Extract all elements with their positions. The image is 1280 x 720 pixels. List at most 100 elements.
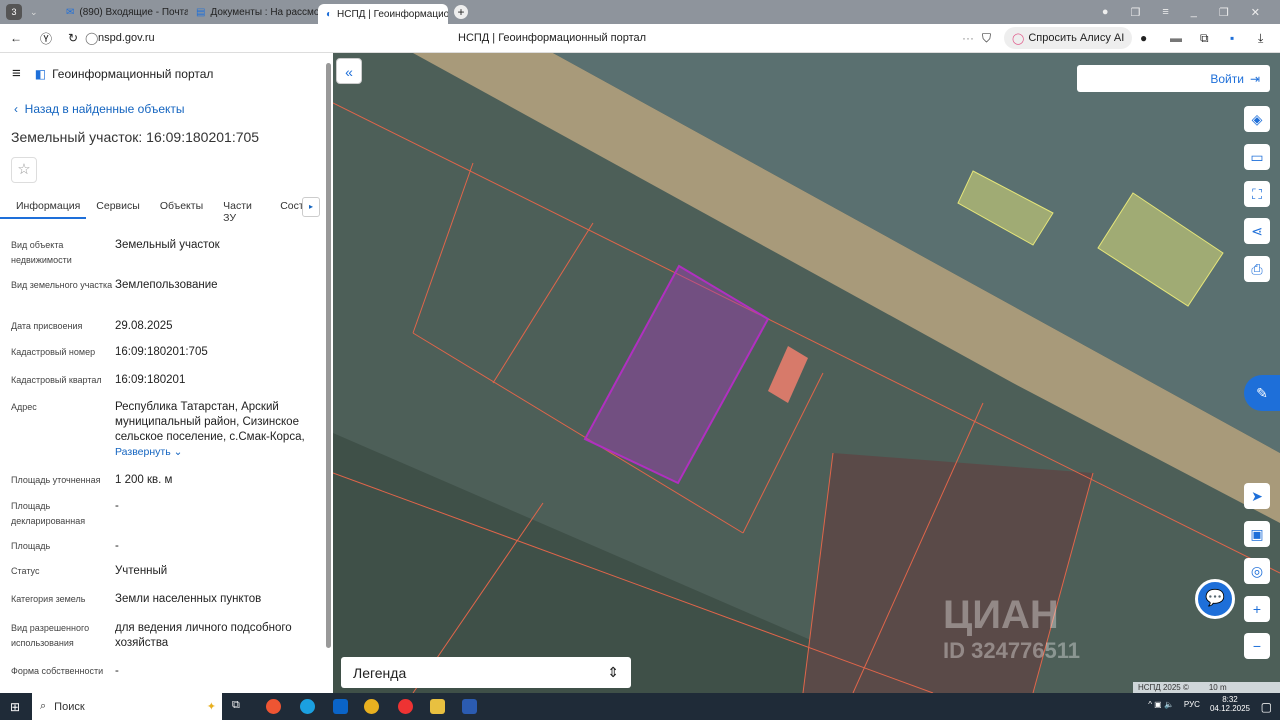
tab-parts[interactable]: Части ЗУ (213, 193, 270, 224)
bookmark-icon[interactable]: ⛉ (982, 31, 991, 46)
favorite-star-icon[interactable]: ☆ (11, 157, 37, 183)
location-search-icon[interactable]: ◎ (1244, 558, 1270, 584)
panel-scrollbar[interactable] (326, 63, 331, 648)
legend-dropdown[interactable]: Легенда ⇕ (341, 657, 631, 688)
extension-icon[interactable]: ● (1140, 31, 1147, 45)
ruler-icon[interactable]: ▭ (1244, 144, 1270, 170)
tab-objects[interactable]: Объекты (150, 193, 213, 219)
alisa-button[interactable]: ◯ Спросить Алису AI (1004, 27, 1133, 49)
tab-mail[interactable]: ✉(890) Входящие - Почта Mail (58, 2, 188, 22)
windows-start-icon[interactable]: ⊞ (10, 700, 20, 714)
yandex-icon[interactable]: Ⓨ (40, 30, 52, 47)
field-value: - (115, 500, 119, 512)
copilot-icon: ✦ (206, 701, 216, 713)
search-icon: ⌕ (40, 700, 47, 712)
new-tab-button[interactable]: + (454, 5, 468, 19)
language-indicator[interactable]: РУС (1184, 700, 1200, 709)
tabs-scroll-right-icon[interactable]: ▸ (302, 197, 320, 217)
layers-icon[interactable]: ◈ (1244, 106, 1270, 132)
field-value: Земли населенных пунктов (115, 593, 262, 605)
tab-info[interactable]: Информация (0, 193, 87, 219)
field-label: Форма собственности (11, 666, 104, 676)
expand-link[interactable]: Развернуть ⌄ (115, 445, 315, 460)
task-view-icon[interactable]: ⧉ (232, 699, 247, 714)
more-icon[interactable]: ··· (962, 31, 974, 45)
sidebar-icon[interactable]: ⧉ (1200, 31, 1209, 46)
field-label: Площадь (11, 541, 51, 551)
menu-icon[interactable]: ≡ (1162, 6, 1168, 19)
word-icon[interactable] (462, 699, 477, 714)
menu-icon[interactable]: ≡ (12, 65, 21, 82)
login-button[interactable]: Войти ⇥ (1077, 65, 1270, 92)
extension-icon[interactable]: ▬ (1170, 31, 1182, 45)
back-icon[interactable]: ← (10, 31, 22, 45)
chevron-down-icon[interactable]: ⌄ (30, 7, 46, 18)
chrome-icon[interactable] (364, 699, 379, 714)
field-label: Кадастровый номер (11, 347, 96, 357)
system-tray: ^ ▣ 🔈 РУС 8:32 04.12.2025 (1148, 695, 1250, 713)
yandex-app-icon[interactable] (266, 699, 281, 714)
profile-icon[interactable]: ● (1102, 6, 1109, 19)
minimize-icon[interactable]: _ (1191, 6, 1197, 19)
chat-button[interactable]: 💬 (1195, 579, 1235, 619)
download-icon[interactable]: ⤓ (1258, 31, 1263, 46)
tab-nspd[interactable]: ◐НСПД | Геоинформационный портал× (318, 4, 448, 24)
page-title: НСПД | Геоинформационный портал (458, 32, 647, 44)
field-label: Вид земельного участка (11, 280, 113, 290)
tab-documents[interactable]: ▤Документы : На рассмотрении (188, 2, 318, 22)
collapse-panel-button[interactable]: « (336, 58, 362, 84)
field-label: Адрес (11, 402, 37, 412)
extension-icon[interactable]: ▪ (1230, 31, 1234, 45)
clock-date[interactable]: 04.12.2025 (1210, 704, 1250, 713)
print-icon[interactable]: ⎙ (1244, 256, 1270, 282)
reload-icon[interactable]: ↻ (68, 31, 78, 45)
restore-icon[interactable]: ❐ (1219, 6, 1229, 19)
field-value: 29.08.2025 (115, 320, 173, 332)
field-value: для ведения личного подсобного хозяйства (115, 622, 292, 649)
field-label: Площадь уточненная (11, 475, 101, 485)
zoom-out-button[interactable]: − (1244, 633, 1270, 659)
share-icon[interactable]: ⋖ (1244, 218, 1270, 244)
field-label: Категория земель (11, 594, 86, 604)
field-label: Статус (11, 566, 40, 576)
outlook-icon[interactable] (333, 699, 348, 714)
zoom-in-button[interactable]: + (1244, 596, 1270, 622)
browser-tabbar: 3 ⌄ ✉(890) Входящие - Почта Mail ▤Докуме… (0, 0, 1280, 24)
file-explorer-icon[interactable] (430, 699, 445, 714)
field-value: 16:09:180201 (115, 374, 186, 386)
back-link[interactable]: ‹ Назад в найденные объекты (14, 102, 185, 116)
expand-icon: ⇕ (607, 664, 619, 680)
edge-icon[interactable] (300, 699, 315, 714)
feedback-icon[interactable]: ✎ (1244, 375, 1280, 411)
geolocation-icon[interactable]: ➤ (1244, 483, 1270, 509)
tab-counter[interactable]: 3 (6, 4, 22, 20)
info-tabs: Информация Сервисы Объекты Части ЗУ Сост… (0, 193, 325, 224)
tray-icons[interactable]: ^ ▣ 🔈 (1148, 700, 1174, 709)
mail-icon: ✉ (66, 6, 75, 18)
url-input[interactable]: nspd.gov.ru (98, 32, 155, 44)
field-label: Площадь декларированная (11, 501, 86, 526)
field-value: - (115, 540, 119, 552)
map-scale: НСПД 2025 © 10 m (1133, 682, 1280, 693)
field-value: Землепользование (115, 279, 218, 291)
map-view[interactable]: « Войти ⇥ ◈ ▭ ⛶ ⋖ ⎙ ✎ ➤ ▣ ◎ + − 💬 ЦИАН ID … (333, 53, 1280, 693)
field-value: Земельный участок (115, 239, 220, 251)
alisa-icon: ◯ (1012, 32, 1025, 45)
select-area-icon[interactable]: ⛶ (1244, 181, 1270, 207)
address-bar: ← Ⓨ ↻ ◯ nspd.gov.ru НСПД | Геоинформацио… (0, 24, 1280, 53)
close-window-icon[interactable]: ✕ (1251, 6, 1260, 19)
tab-services[interactable]: Сервисы (86, 193, 150, 219)
clock-time[interactable]: 8:32 (1210, 695, 1250, 704)
collections-icon[interactable]: ❐ (1130, 6, 1140, 19)
yandex-browser-icon[interactable] (398, 699, 413, 714)
field-value: 16:09:180201:705 (115, 346, 208, 358)
object-panel: ≡ ◧ Геоинформационный портал ‹ Назад в най… (0, 53, 333, 693)
nspd-icon: ◐ (326, 8, 333, 20)
taskbar-search[interactable]: ⌕ Поиск ✦ (32, 693, 222, 720)
document-icon: ▤ (196, 6, 206, 18)
field-value: 1 200 кв. м (115, 474, 173, 486)
minimap-icon[interactable]: ▣ (1244, 521, 1270, 547)
taskbar: ⊞ ⌕ Поиск ✦ ⧉ ^ ▣ 🔈 РУС 8:32 04.12.2025 ▢ (0, 693, 1280, 720)
shield-icon: ◯ (85, 31, 99, 45)
notifications-icon[interactable]: ▢ (1261, 700, 1272, 714)
